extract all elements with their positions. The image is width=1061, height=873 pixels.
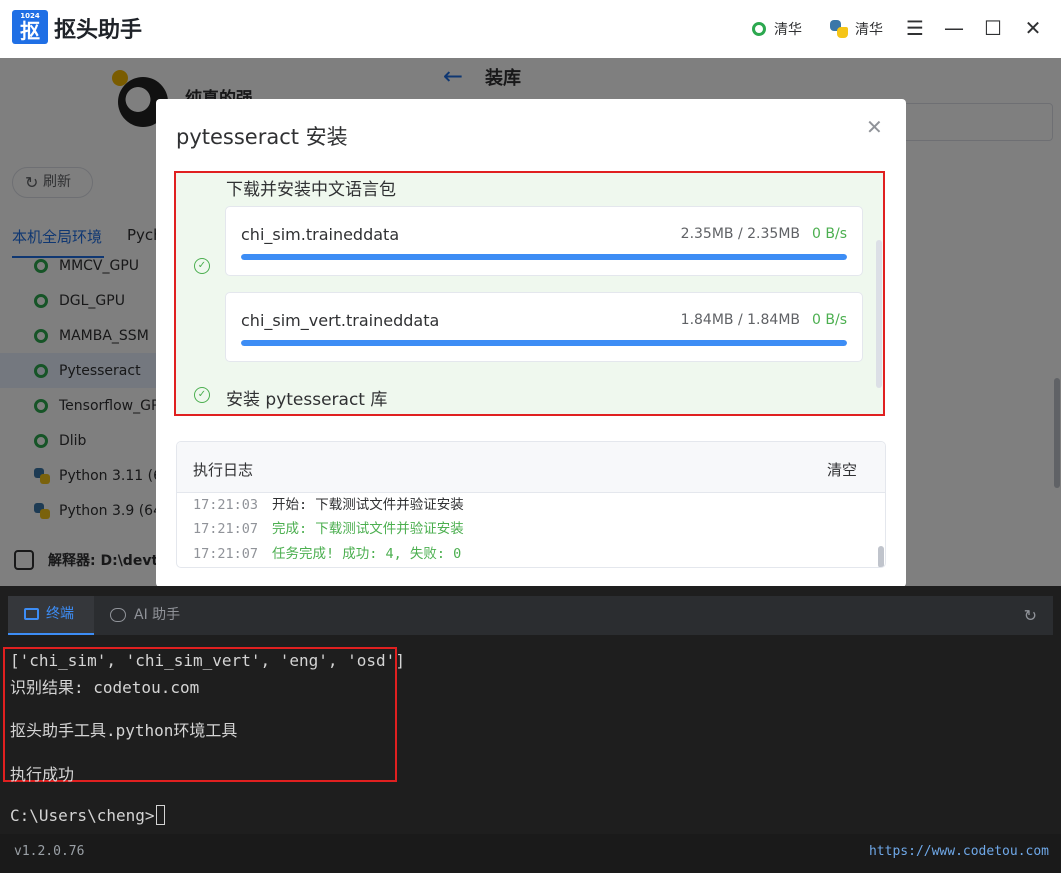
log-time: 17:21:07: [193, 546, 259, 562]
download-speed: 0 B/s: [812, 312, 847, 328]
download-progress-bar: [241, 340, 847, 346]
maximize-button[interactable]: ☐: [981, 16, 1005, 40]
log-panel: 执行日志 清空 17:21:03 开始: 下载测试文件并验证安装 17:21:07…: [176, 441, 886, 568]
chat-icon: [110, 608, 126, 622]
install-dialog: pytesseract 安装 ✕ 下载并安装中文语言包 ✓ chi_sim.tr…: [156, 99, 906, 587]
terminal-tab-bar: 终端 AI 助手 ↻: [8, 596, 1053, 635]
download-item: chi_sim.traineddata 2.35MB / 2.35MB 0 B/…: [225, 206, 863, 276]
dialog-title: pytesseract 安装: [176, 125, 348, 149]
download-item: chi_sim_vert.traineddata 1.84MB / 1.84MB…: [225, 292, 863, 362]
terminal-panel: 终端 AI 助手 ↻ ['chi_sim', 'chi_sim_vert', '…: [0, 586, 1061, 834]
logo-char: 抠: [20, 19, 40, 43]
log-text: 开始: 下载测试文件并验证安装: [272, 497, 464, 513]
clear-log-button[interactable]: 清空: [827, 459, 857, 480]
version-label: v1.2.0.76: [14, 844, 85, 859]
download-speed: 0 B/s: [812, 226, 847, 242]
download-size: 2.35MB / 2.35MB: [680, 226, 800, 242]
terminal-prompt: C:\Users\cheng>: [10, 806, 155, 825]
log-time: 17:21:03: [193, 497, 259, 513]
python-icon: [830, 20, 848, 38]
download-progress-bar: [241, 254, 847, 260]
mirror-selector-button[interactable]: 清华: [752, 19, 802, 39]
status-bar: v1.2.0.76 https://www.codetou.com: [0, 834, 1061, 873]
log-text: 完成: 下载测试文件并验证安装: [272, 521, 464, 537]
terminal-cursor: [155, 805, 165, 825]
progress-fill: [241, 340, 847, 346]
terminal-line: 识别结果: codetou.com: [10, 678, 200, 697]
log-line: 17:21:07 完成: 下载测试文件并验证安装: [193, 517, 464, 537]
log-text: 任务完成! 成功: 4, 失败: 0: [272, 546, 462, 562]
tab-terminal-label: 终端: [46, 606, 74, 622]
refresh-icon[interactable]: ↻: [1024, 606, 1037, 625]
title-bar: 1024 抠 抠头助手 清华 清华 ☰ — ☐ ✕: [0, 0, 1061, 58]
minimize-button[interactable]: —: [942, 16, 966, 40]
check-circle-icon: ✓: [194, 258, 210, 274]
check-circle-icon: ✓: [194, 387, 210, 403]
step-install-title: 安装 pytesseract 库: [226, 390, 388, 410]
tab-ai-assistant[interactable]: AI 助手: [108, 596, 180, 635]
scrollbar[interactable]: [878, 546, 884, 567]
download-filename: chi_sim.traineddata: [241, 225, 400, 244]
menu-icon[interactable]: ☰: [903, 16, 927, 40]
terminal-line: 执行成功: [10, 765, 75, 784]
close-icon[interactable]: ✕: [866, 115, 883, 139]
tab-ai-label: AI 助手: [134, 607, 181, 623]
log-header: 执行日志 清空: [177, 442, 885, 493]
log-time: 17:21:07: [193, 521, 259, 537]
mirror-label: 清华: [774, 22, 802, 38]
log-line: 17:21:07 任务完成! 成功: 4, 失败: 0: [193, 542, 461, 562]
download-filename: chi_sim_vert.traineddata: [241, 311, 440, 330]
tab-terminal[interactable]: 终端: [8, 596, 94, 635]
progress-fill: [241, 254, 847, 260]
app-title: 抠头助手: [54, 18, 143, 43]
install-steps: 下载并安装中文语言包 ✓ chi_sim.traineddata 2.35MB …: [174, 171, 885, 416]
log-title: 执行日志: [193, 461, 254, 479]
download-size: 1.84MB / 1.84MB: [680, 312, 800, 328]
scrollbar[interactable]: [876, 240, 882, 388]
monitor-icon: [24, 608, 39, 620]
python-mirror-label: 清华: [855, 22, 883, 38]
mirror-status-icon: [752, 22, 766, 36]
terminal-prompt-line[interactable]: C:\Users\cheng>: [10, 805, 165, 825]
step-download-title: 下载并安装中文语言包: [226, 180, 396, 200]
log-line: 17:21:03 开始: 下载测试文件并验证安装: [193, 493, 464, 513]
app-logo: 1024 抠: [12, 10, 48, 44]
terminal-line: 抠头助手工具.python环境工具: [10, 721, 238, 740]
close-window-button[interactable]: ✕: [1021, 16, 1045, 40]
website-link[interactable]: https://www.codetou.com: [869, 844, 1049, 859]
python-mirror-button[interactable]: 清华: [830, 19, 883, 39]
terminal-line: ['chi_sim', 'chi_sim_vert', 'eng', 'osd'…: [10, 651, 405, 670]
